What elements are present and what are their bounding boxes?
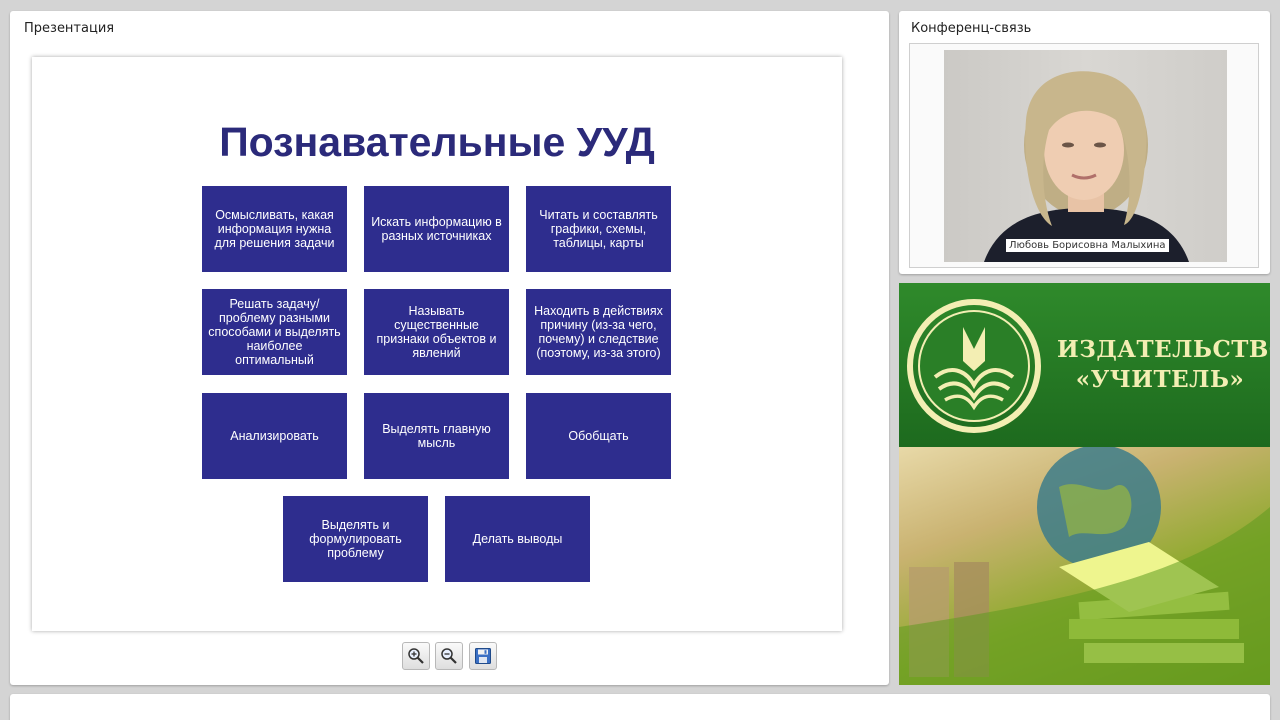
webcam-frame: Любовь Борисовна Малыхина	[909, 43, 1259, 268]
slide-tile: Выделять и формулировать проблему	[283, 496, 428, 582]
slide-tile: Выделять главную мысль	[364, 393, 509, 479]
slide-title: Познавательные УУД	[219, 119, 655, 165]
presentation-panel: Презентация Познавательные УУД Осмыслива…	[10, 11, 889, 685]
slide-tile: Обобщать	[526, 393, 671, 479]
presentation-slide: Познавательные УУД Осмысливать, какая ин…	[32, 57, 842, 631]
slide-tile: Осмысливать, какая информация нужна для …	[202, 186, 347, 272]
zoom-in-icon	[408, 648, 424, 664]
publisher-logo-icon	[907, 299, 1041, 433]
slide-tile: Искать информацию в разных источниках	[364, 186, 509, 272]
banner-books-image	[899, 445, 1270, 685]
zoom-in-button[interactable]	[402, 642, 430, 670]
slide-tile: Называть существенные признаки объектов …	[364, 289, 509, 375]
slide-tile: Делать выводы	[445, 496, 590, 582]
slide-tile: Находить в действиях причину (из-за чего…	[526, 289, 671, 375]
conference-panel-title: Конференц-связь	[911, 21, 1032, 36]
publisher-banner[interactable]: ИЗДАТЕЛЬСТВО «УЧИТЕЛЬ»	[899, 283, 1270, 685]
slide-tile: Решать задачу/проблему разными способами…	[202, 289, 347, 375]
slide-tile: Читать и составлять графики, схемы, табл…	[526, 186, 671, 272]
conference-panel: Конференц-связь Любовь Борисовна Малыхин…	[899, 11, 1270, 274]
publisher-name-line1: ИЗДАТЕЛЬСТВО	[1057, 336, 1270, 363]
speaker-silhouette	[984, 71, 1189, 262]
bottom-panel	[10, 694, 1270, 720]
slide-tile: Анализировать	[202, 393, 347, 479]
books-globe-illustration	[899, 445, 1270, 685]
presentation-panel-title: Презентация	[24, 21, 115, 36]
speaker-name-label: Любовь Борисовна Малыхина	[1006, 239, 1169, 252]
publisher-name-line2: «УЧИТЕЛЬ»	[1075, 366, 1245, 393]
save-icon	[475, 648, 491, 664]
zoom-out-icon	[441, 648, 457, 664]
zoom-out-button[interactable]	[435, 642, 463, 670]
save-button[interactable]	[469, 642, 497, 670]
banner-header: ИЗДАТЕЛЬСТВО «УЧИТЕЛЬ»	[899, 283, 1270, 447]
speaker-video: Любовь Борисовна Малыхина	[944, 50, 1227, 262]
publisher-name: ИЗДАТЕЛЬСТВО «УЧИТЕЛЬ»	[1057, 335, 1270, 395]
